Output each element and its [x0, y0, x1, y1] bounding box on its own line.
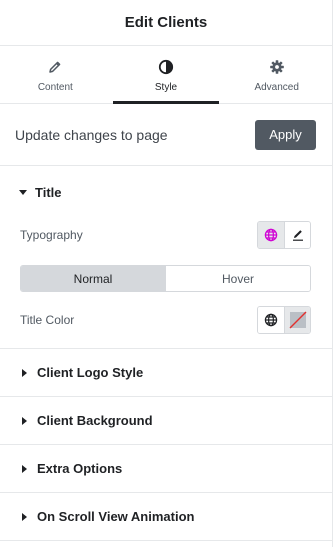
no-color-icon [289, 311, 306, 329]
global-typography-button[interactable] [258, 222, 284, 248]
tab-advanced-label: Advanced [254, 82, 299, 93]
title-color-control: Title Color [0, 292, 332, 348]
section-client-background-label: Client Background [37, 413, 153, 428]
caret-down-icon [19, 189, 27, 195]
section-title-header[interactable]: Title [0, 166, 332, 218]
editor-panel: Edit Clients Content Style Advanced Upda… [0, 0, 333, 547]
state-hover-tab[interactable]: Hover [165, 266, 310, 291]
edit-typography-button[interactable] [284, 222, 310, 248]
typography-buttons [257, 221, 311, 249]
section-title: Title Typography Normal Hover Title Colo… [0, 166, 332, 349]
section-extra-options-label: Extra Options [37, 461, 123, 476]
pencil-icon [292, 230, 303, 241]
section-client-background[interactable]: Client Background [0, 397, 332, 445]
typography-label: Typography [20, 228, 83, 242]
tab-style-label: Style [154, 82, 178, 93]
globe-icon [264, 228, 278, 242]
color-picker-button[interactable] [284, 307, 310, 333]
tab-content-label: Content [37, 82, 73, 93]
section-client-logo-style[interactable]: Client Logo Style [0, 349, 332, 397]
state-toggle: Normal Hover [20, 265, 311, 292]
panel-header: Edit Clients [0, 0, 332, 46]
caret-right-icon [22, 416, 27, 425]
state-normal-tab[interactable]: Normal [21, 266, 165, 291]
tab-advanced[interactable]: Advanced [221, 46, 332, 103]
caret-right-icon [22, 512, 27, 521]
section-on-scroll-view-animation-label: On Scroll View Animation [37, 509, 195, 524]
apply-button[interactable]: Apply [255, 119, 316, 150]
title-color-buttons [257, 306, 311, 334]
section-client-logo-style-label: Client Logo Style [37, 365, 144, 380]
typography-control: Typography [0, 218, 332, 252]
globe-icon [264, 313, 278, 327]
section-title-label: Title [35, 184, 62, 200]
pencil-icon [47, 59, 63, 75]
update-text: Update changes to page [15, 126, 168, 143]
title-color-label: Title Color [20, 313, 75, 327]
caret-right-icon [22, 464, 27, 473]
tab-content[interactable]: Content [0, 46, 111, 103]
section-on-scroll-view-animation[interactable]: On Scroll View Animation [0, 493, 332, 541]
global-color-button[interactable] [258, 307, 284, 333]
tab-style[interactable]: Style [111, 46, 222, 104]
gear-icon [269, 59, 285, 75]
tab-bar: Content Style Advanced [0, 46, 332, 104]
caret-right-icon [22, 368, 27, 377]
panel-title: Edit Clients [124, 14, 208, 31]
contrast-icon [158, 59, 174, 75]
section-extra-options[interactable]: Extra Options [0, 445, 332, 493]
update-bar: Update changes to page Apply [0, 104, 332, 166]
